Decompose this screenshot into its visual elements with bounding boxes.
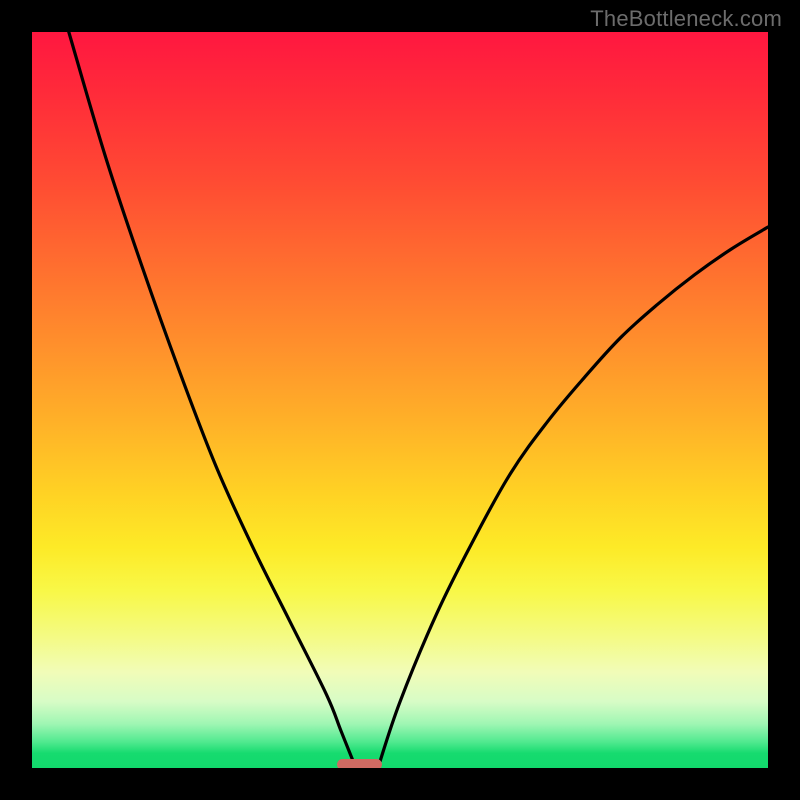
- bottleneck-marker: [337, 759, 381, 768]
- watermark-text: TheBottleneck.com: [590, 6, 782, 32]
- left-curve: [69, 32, 356, 768]
- curves-layer: [32, 32, 768, 768]
- chart-frame: TheBottleneck.com: [0, 0, 800, 800]
- plot-area: [32, 32, 768, 768]
- right-curve: [378, 227, 768, 768]
